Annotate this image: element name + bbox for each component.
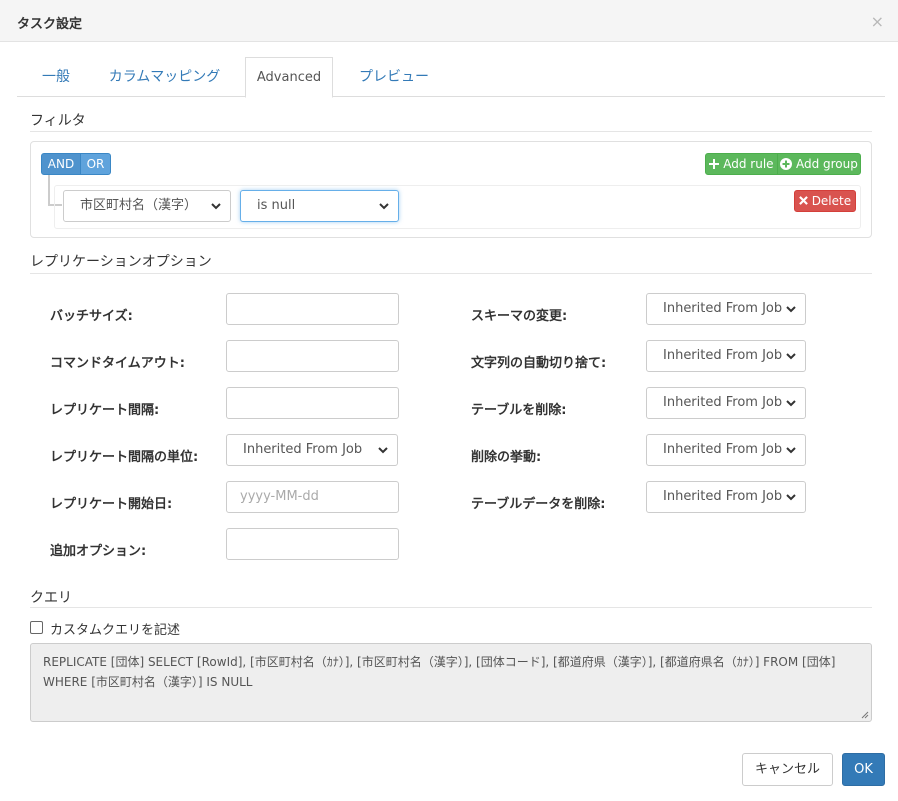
schema-change-label: スキーマの変更:	[471, 309, 568, 324]
rule-operator-select[interactable]: is null	[240, 190, 399, 222]
date-placeholder: yyyy-MM-dd	[240, 489, 319, 504]
chevron-down-icon	[786, 353, 796, 360]
rule-field-value: 市区町村名（漢字）	[80, 198, 198, 213]
replicate-start-date-input[interactable]: yyyy-MM-dd	[226, 481, 399, 513]
dialog-title: タスク設定	[17, 17, 83, 32]
filter-builder: AND OR Add rule Add group 市区町村名（漢字） is n…	[30, 141, 872, 238]
ok-button[interactable]: OK	[842, 753, 885, 786]
tab-preview[interactable]: プレビュー	[347, 57, 441, 97]
auto-truncate-label: 文字列の自動切り捨て:	[471, 356, 607, 371]
filter-section-title: フィルタ	[30, 113, 86, 129]
delete-behavior-label: 削除の挙動:	[471, 450, 542, 465]
truncate-table-data-select[interactable]: Inherited From Job	[646, 481, 806, 513]
batch-size-label: バッチサイズ:	[50, 309, 133, 324]
resize-grip-icon[interactable]	[859, 709, 869, 719]
cancel-button[interactable]: キャンセル	[742, 753, 833, 786]
add-rule-label: Add rule	[723, 157, 774, 171]
query-section-title: クエリ	[30, 590, 72, 606]
rule-operator-value: is null	[257, 198, 296, 213]
chevron-down-icon	[379, 203, 389, 210]
add-rule-button[interactable]: Add rule	[705, 153, 778, 175]
custom-query-checkbox[interactable]	[30, 621, 43, 634]
delete-rule-button[interactable]: Delete	[794, 190, 856, 212]
chevron-down-icon	[211, 203, 221, 210]
delete-behavior-select[interactable]: Inherited From Job	[646, 434, 806, 466]
replication-section-title: レプリケーションオプション	[30, 254, 212, 270]
chevron-down-icon	[786, 306, 796, 313]
dialog-header: タスク設定 ×	[0, 0, 898, 42]
additional-options-label: 追加オプション:	[50, 544, 147, 559]
replicate-start-date-label: レプリケート開始日:	[50, 497, 173, 512]
and-button[interactable]: AND	[41, 153, 81, 175]
query-text: REPLICATE [団体] SELECT [RowId], [市区町村名（ｶﾅ…	[43, 655, 836, 689]
rule-field-select[interactable]: 市区町村名（漢字）	[63, 190, 231, 222]
add-group-label: Add group	[795, 157, 858, 171]
tab-advanced[interactable]: Advanced	[245, 57, 333, 98]
tab-general[interactable]: 一般	[29, 57, 83, 97]
plus-icon	[709, 159, 720, 169]
chevron-down-icon	[378, 447, 388, 454]
close-icon[interactable]: ×	[871, 12, 884, 32]
tab-bar: 一般 カラムマッピング Advanced プレビュー	[17, 57, 885, 98]
truncate-table-data-label: テーブルデータを削除:	[471, 497, 606, 512]
chevron-down-icon	[786, 447, 796, 454]
plus-circle-icon	[780, 158, 793, 170]
drop-table-select[interactable]: Inherited From Job	[646, 387, 806, 419]
command-timeout-label: コマンドタイムアウト:	[50, 356, 185, 371]
x-icon	[798, 196, 808, 205]
tab-column-mapping[interactable]: カラムマッピング	[97, 57, 232, 97]
delete-label: Delete	[811, 194, 852, 208]
query-divider	[30, 607, 872, 608]
replicate-interval-unit-value: Inherited From Job	[243, 442, 363, 457]
custom-query-label[interactable]: カスタムクエリを記述	[50, 619, 180, 638]
auto-truncate-select[interactable]: Inherited From Job	[646, 340, 806, 372]
add-group-button[interactable]: Add group	[777, 153, 861, 175]
replicate-interval-input[interactable]	[226, 387, 399, 419]
drop-table-label: テーブルを削除:	[471, 403, 567, 418]
chevron-down-icon	[786, 494, 796, 501]
chevron-down-icon	[786, 400, 796, 407]
additional-options-input[interactable]	[226, 528, 399, 560]
replicate-interval-unit-select[interactable]: Inherited From Job	[226, 434, 398, 466]
schema-change-select[interactable]: Inherited From Job	[646, 293, 806, 325]
query-textarea[interactable]: REPLICATE [団体] SELECT [RowId], [市区町村名（ｶﾅ…	[30, 643, 872, 722]
replicate-interval-label: レプリケート間隔:	[50, 403, 160, 418]
filter-divider	[30, 131, 872, 132]
replication-divider	[30, 273, 872, 274]
replicate-interval-unit-label: レプリケート間隔の単位:	[50, 450, 199, 465]
command-timeout-input[interactable]	[226, 340, 399, 372]
batch-size-input[interactable]	[226, 293, 399, 325]
or-button[interactable]: OR	[80, 153, 111, 175]
